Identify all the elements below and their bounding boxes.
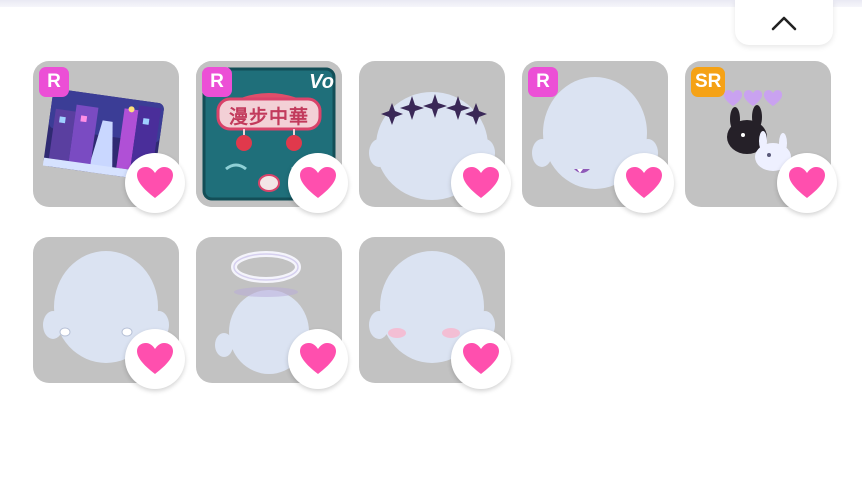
favorite-button[interactable]	[777, 153, 837, 213]
rarity-badge: R	[202, 67, 232, 97]
item-tile-blush[interactable]	[359, 237, 511, 389]
chevron-up-icon	[771, 16, 797, 30]
heart-icon	[626, 167, 662, 198]
item-tile-dark-crown[interactable]	[359, 61, 511, 213]
favorite-button[interactable]	[288, 153, 348, 213]
item-tile-city-night[interactable]: R	[33, 61, 185, 213]
collapse-button[interactable]	[735, 0, 833, 45]
rarity-badge: SR	[691, 67, 726, 97]
heart-icon	[300, 167, 336, 198]
favorite-button[interactable]	[451, 153, 511, 213]
item-tile-fang-mouth[interactable]: R	[522, 61, 674, 213]
rarity-badge: R	[528, 67, 558, 97]
favorite-button[interactable]	[614, 153, 674, 213]
item-tile-small-eyes[interactable]	[33, 237, 185, 389]
heart-icon	[300, 343, 336, 374]
heart-icon	[137, 167, 173, 198]
item-tile-chinatown-poster[interactable]: 漫步中華 R Vo	[196, 61, 348, 213]
favorite-button[interactable]	[125, 153, 185, 213]
item-tile-halo[interactable]	[196, 237, 348, 389]
favorite-button[interactable]	[288, 329, 348, 389]
heart-icon	[137, 343, 173, 374]
top-bar	[0, 0, 862, 7]
heart-icon	[463, 343, 499, 374]
rarity-badge: R	[39, 67, 69, 97]
favorite-button[interactable]	[125, 329, 185, 389]
favorite-button[interactable]	[451, 329, 511, 389]
poster-title: 漫步中華	[228, 106, 309, 128]
heart-icon	[789, 167, 825, 198]
voice-badge: Vo	[309, 71, 334, 93]
heart-icon	[463, 167, 499, 198]
item-tile-bunny-pets[interactable]: SR	[685, 61, 837, 213]
